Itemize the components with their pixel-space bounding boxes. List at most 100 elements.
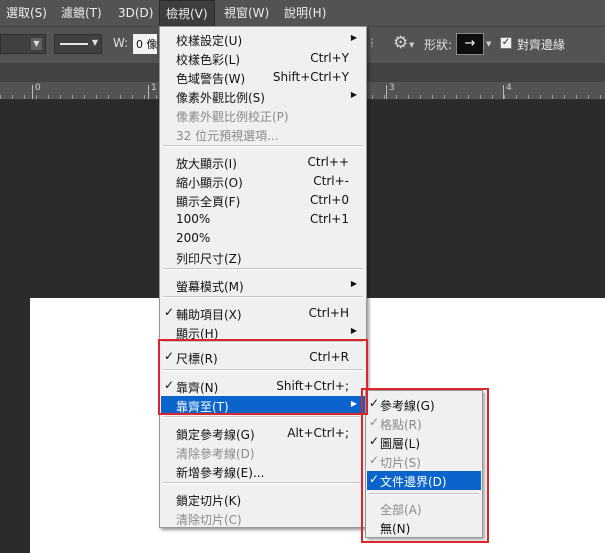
ruler-label: 0 xyxy=(35,83,41,93)
menu-separator xyxy=(163,482,363,484)
view-menu-item[interactable]: 校樣色彩(L) Ctrl+Y xyxy=(161,49,365,68)
view-menu-item-shortcut: Ctrl+- xyxy=(313,174,349,188)
snap-to-item-label: 參考線(G) xyxy=(380,399,435,413)
menu-view[interactable]: 檢視(V) xyxy=(159,0,215,26)
view-menu-item-label: 像素外觀比例(S) xyxy=(176,91,265,105)
view-menu-item[interactable]: 螢幕模式(M) ▶ xyxy=(161,276,365,295)
menu-separator xyxy=(163,268,363,270)
view-menu-item-label: 像素外觀比例校正(P) xyxy=(176,110,289,124)
gear-icon[interactable]: ⚙ xyxy=(393,33,408,53)
menu-help[interactable]: 說明(H) xyxy=(278,0,332,26)
view-menu-item-label: 放大顯示(I) xyxy=(176,157,237,171)
ruler-label: 1 xyxy=(151,83,157,93)
view-menu-item[interactable]: 縮小顯示(O) Ctrl+- xyxy=(161,172,365,191)
menu-separator xyxy=(369,493,479,495)
view-menu-item[interactable]: 鎖定參考線(G) Alt+Ctrl+; xyxy=(161,424,365,443)
snap-to-submenu: ✓ 參考線(G) ✓ 格點(R) ✓ 圖層(L) ✓ 切片(S) ✓ 文件邊界(D) 全部(A) 無(… xyxy=(365,390,483,538)
menu-filter[interactable]: 濾鏡(T) xyxy=(55,0,108,26)
view-menu-item[interactable]: 放大顯示(I) Ctrl++ xyxy=(161,153,365,172)
view-menu-item-label: 200% xyxy=(176,231,211,245)
ruler-tick xyxy=(132,95,133,99)
view-menu-item[interactable]: 列印尺寸(Z) xyxy=(161,248,365,267)
ruler-tick xyxy=(96,95,97,99)
fill-dropdown[interactable]: ▼ xyxy=(0,34,46,54)
ruler-tick xyxy=(504,95,505,99)
ruler-major-tick xyxy=(32,85,33,99)
align-edges-checkbox[interactable]: ✓ xyxy=(500,37,512,49)
checkmark-icon: ✓ xyxy=(369,396,380,410)
view-menu-item[interactable]: 200% xyxy=(161,229,365,248)
view-menu-item-shortcut: Ctrl+0 xyxy=(309,193,349,207)
ruler-tick xyxy=(420,95,421,99)
view-menu-item[interactable]: 像素外觀比例(S) ▶ xyxy=(161,87,365,106)
snap-to-item[interactable]: ✓ 圖層(L) xyxy=(367,433,481,452)
view-menu-item: 清除參考線(D) xyxy=(161,443,365,462)
view-menu-item[interactable]: 顯示(H) ▶ xyxy=(161,323,365,342)
checkmark-icon: ✓ xyxy=(164,378,175,392)
view-menu-item-label: 100% xyxy=(176,212,211,226)
view-menu-item-label: 32 位元預視選項... xyxy=(176,129,279,143)
view-menu-item-label: 清除參考線(D) xyxy=(176,447,255,461)
view-menu-item[interactable]: 鎖定切片(K) xyxy=(161,490,365,509)
submenu-arrow-icon: ▶ xyxy=(350,90,357,99)
view-menu-item-shortcut: Ctrl+H xyxy=(308,306,349,320)
view-menu-item-label: 鎖定參考線(G) xyxy=(176,428,255,442)
menu-window[interactable]: 視窗(W) xyxy=(218,0,275,26)
view-menu-item: 清除切片(C) xyxy=(161,509,365,528)
path-ops-icon[interactable]: ⁞ xyxy=(370,36,374,50)
view-menu-item-label: 螢幕模式(M) xyxy=(176,280,244,294)
view-menu-item-shortcut: Shift+Ctrl+; xyxy=(276,379,349,393)
ruler-major-tick xyxy=(503,85,504,99)
ruler-tick xyxy=(156,95,157,99)
stroke-type-dropdown[interactable]: ▼ xyxy=(54,34,102,54)
menu-select[interactable]: 選取(S) xyxy=(0,0,53,26)
submenu-arrow-icon: ▶ xyxy=(350,399,357,408)
ruler-tick xyxy=(456,95,457,99)
ruler-label: 3 xyxy=(389,83,395,93)
checkmark-icon: ✓ xyxy=(164,305,175,319)
view-menu-item-label: 清除切片(C) xyxy=(176,513,242,527)
snap-to-item-label: 切片(S) xyxy=(380,456,421,470)
ruler-tick xyxy=(492,95,493,99)
checkmark-icon: ✓ xyxy=(164,349,175,363)
chevron-down-icon: ▼ xyxy=(91,38,98,47)
snap-to-item[interactable]: 無(N) xyxy=(367,518,481,537)
ruler-tick xyxy=(528,95,529,99)
shape-picker[interactable]: → xyxy=(456,33,484,55)
menu-3d[interactable]: 3D(D) xyxy=(112,0,159,26)
ruler-label: 4 xyxy=(506,83,512,93)
ruler-tick xyxy=(552,95,553,99)
view-menu-item[interactable]: 顯示全頁(F) Ctrl+0 xyxy=(161,191,365,210)
view-menu-item-shortcut: Ctrl++ xyxy=(307,155,349,169)
view-menu-item[interactable]: ✓ 靠齊(N) Shift+Ctrl+; xyxy=(161,377,365,396)
width-input[interactable]: 0 像 xyxy=(133,34,157,54)
ruler-tick xyxy=(24,95,25,99)
view-menu-item[interactable]: ✓ 尺標(R) Ctrl+R xyxy=(161,348,365,367)
shape-label: 形狀: xyxy=(424,38,453,52)
view-menu-item-label: 尺標(R) xyxy=(176,352,218,366)
view-menu-item: 像素外觀比例校正(P) xyxy=(161,106,365,125)
snap-to-item[interactable]: ✓ 參考線(G) xyxy=(367,395,481,414)
view-menu-item[interactable]: 色域警告(W) Shift+Ctrl+Y xyxy=(161,68,365,87)
view-menu-item-label: 輔助項目(X) xyxy=(176,308,242,322)
align-edges-label: 對齊邊緣 xyxy=(517,38,566,52)
view-menu-item[interactable]: 新增參考線(E)... xyxy=(161,462,365,481)
ruler-tick xyxy=(48,95,49,99)
view-menu-item[interactable]: 100% Ctrl+1 xyxy=(161,210,365,229)
ruler-tick xyxy=(120,95,121,99)
snap-to-item[interactable]: ✓ 文件邊界(D) xyxy=(367,471,481,490)
checkmark-icon: ✓ xyxy=(369,434,380,448)
view-menu-item[interactable]: ✓ 輔助項目(X) Ctrl+H xyxy=(161,304,365,323)
ruler-tick xyxy=(564,95,565,99)
submenu-arrow-icon: ▶ xyxy=(350,279,357,288)
view-menu-item[interactable]: 校樣設定(U) ▶ xyxy=(161,30,365,49)
ruler-tick xyxy=(408,95,409,99)
snap-to-item-label: 無(N) xyxy=(380,522,411,536)
ruler-tick xyxy=(576,95,577,99)
view-menu-item-label: 顯示(H) xyxy=(176,327,219,341)
menu-separator xyxy=(163,369,363,371)
view-menu-item-label: 靠齊至(T) xyxy=(176,400,229,414)
view-menu-item-label: 校樣設定(U) xyxy=(176,34,243,48)
view-menu-item-label: 新增參考線(E)... xyxy=(176,466,265,480)
view-menu-item[interactable]: 靠齊至(T) ▶ xyxy=(161,396,365,415)
